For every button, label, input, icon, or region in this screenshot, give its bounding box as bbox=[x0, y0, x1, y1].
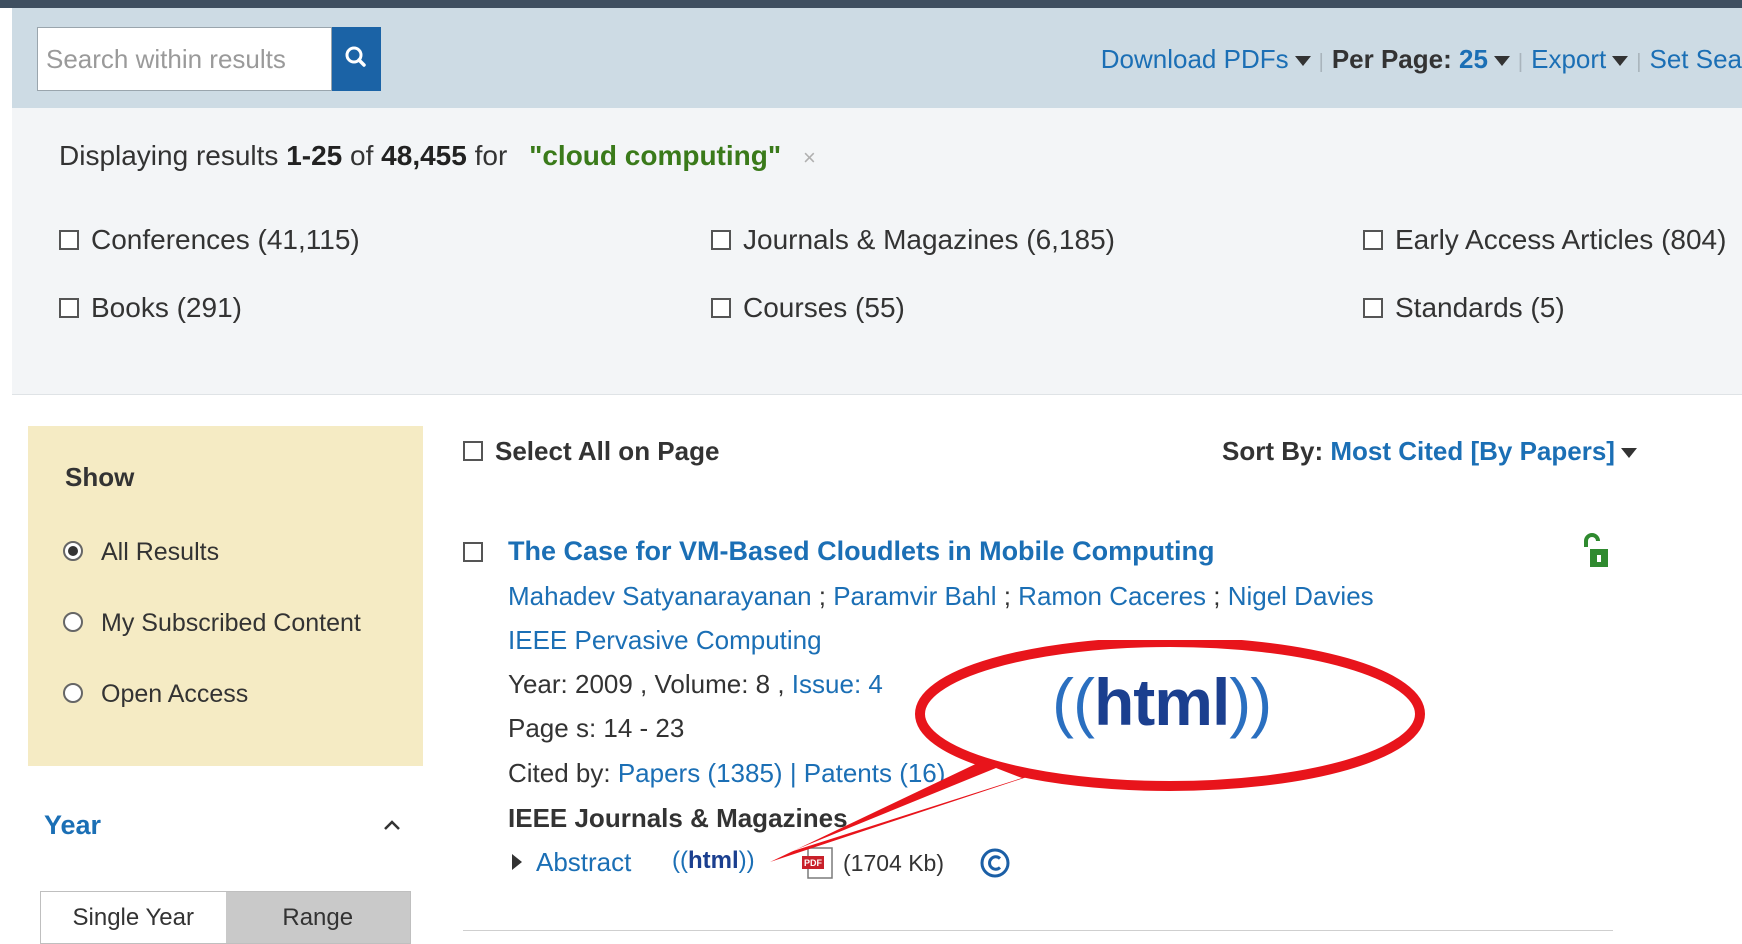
radio-button[interactable] bbox=[63, 541, 83, 562]
search-icon bbox=[345, 46, 366, 67]
checkbox[interactable] bbox=[59, 229, 79, 250]
author-list: Mahadev Satyanarayanan ; Paramvir Bahl ;… bbox=[508, 581, 1374, 612]
per-page-menu[interactable]: Per Page: 25 bbox=[1332, 44, 1510, 74]
toolbar-actions: Download PDFs | Per Page: 25 | Export | Set Se… bbox=[1101, 44, 1742, 75]
option-label: Open Access bbox=[101, 680, 249, 708]
filter-label: Journals & Magazines (6,185) bbox=[743, 224, 1115, 255]
chevron-down-icon bbox=[1620, 448, 1637, 459]
filter-courses[interactable]: Courses (55) bbox=[711, 292, 905, 324]
summary-total: 48,455 bbox=[381, 140, 467, 171]
download-pdfs-label: Download PDFs bbox=[1100, 44, 1289, 74]
separator: | bbox=[1318, 51, 1324, 73]
top-border bbox=[0, 0, 1742, 8]
chevron-up-icon[interactable] bbox=[382, 815, 402, 835]
filter-label: Early Access Articles (804) bbox=[1395, 224, 1727, 255]
remove-query-icon[interactable]: × bbox=[803, 145, 816, 170]
page-range: Page s: 14 - 23 bbox=[508, 713, 685, 743]
export-label: Export bbox=[1531, 44, 1607, 74]
checkbox[interactable] bbox=[711, 297, 731, 318]
option-label: All Results bbox=[101, 538, 220, 566]
checkbox[interactable] bbox=[1363, 229, 1383, 250]
callout-html-label: ((html)) bbox=[1052, 665, 1272, 739]
result-title-link[interactable]: The Case for VM-Based Cloudlets in Mobil… bbox=[508, 536, 1215, 567]
author-link[interactable]: Paramvir Bahl bbox=[833, 581, 996, 611]
cited-papers-link[interactable]: Papers (1385) bbox=[618, 758, 783, 788]
search-within-input[interactable] bbox=[38, 28, 333, 90]
html-fulltext-link[interactable]: ((html)) bbox=[672, 847, 755, 875]
html-label: html bbox=[687, 847, 739, 874]
expand-triangle-icon bbox=[512, 854, 522, 871]
summary-prefix: Displaying results bbox=[59, 140, 279, 171]
filter-label: Courses (55) bbox=[743, 292, 905, 323]
author-separator: ; bbox=[1206, 581, 1228, 611]
author-link[interactable]: Ramon Caceres bbox=[1018, 581, 1206, 611]
search-button[interactable] bbox=[332, 27, 381, 91]
summary-range: 1-25 bbox=[286, 140, 343, 171]
filter-label: Conferences (41,115) bbox=[91, 224, 360, 255]
checkbox[interactable] bbox=[711, 229, 731, 250]
set-search-alert-link[interactable]: Set Sea bbox=[1649, 44, 1742, 74]
radio-button[interactable] bbox=[63, 683, 83, 704]
show-title: Show bbox=[65, 462, 135, 492]
filter-standards[interactable]: Standards (5) bbox=[1363, 292, 1565, 324]
chevron-down-icon bbox=[1493, 56, 1510, 67]
cited-by-label: Cited by: bbox=[508, 758, 618, 788]
results-summary: Displaying results 1-25 of 48,455 for "c… bbox=[59, 140, 816, 172]
year-mode-toggle: Single Year Range bbox=[40, 891, 411, 944]
separator: | bbox=[1517, 51, 1524, 73]
search-query: "cloud computing" bbox=[529, 140, 782, 171]
filter-books[interactable]: Books (291) bbox=[59, 292, 242, 324]
show-option-subscribed[interactable]: My Subscribed Content bbox=[63, 609, 361, 638]
filter-label: Books (291) bbox=[91, 292, 242, 323]
select-all-label: Select All on Page bbox=[495, 436, 720, 466]
filter-label: Standards (5) bbox=[1395, 292, 1565, 323]
show-option-open-access[interactable]: Open Access bbox=[63, 680, 248, 709]
checkbox[interactable] bbox=[1363, 297, 1383, 318]
summary-for: for bbox=[474, 140, 508, 171]
filter-journals-magazines[interactable]: Journals & Magazines (6,185) bbox=[711, 224, 1115, 256]
select-all-on-page[interactable]: Select All on Page bbox=[463, 436, 719, 467]
year-volume-text: Year: 2009 , Volume: 8 , bbox=[508, 669, 792, 699]
author-separator: ; bbox=[996, 581, 1019, 611]
sort-by-label: Sort By: bbox=[1222, 436, 1324, 466]
filter-early-access[interactable]: Early Access Articles (804) bbox=[1363, 224, 1726, 256]
filter-conferences[interactable]: Conferences (41,115) bbox=[59, 224, 360, 256]
sort-by-menu[interactable]: Sort By: Most Cited [By Papers] bbox=[1222, 436, 1637, 467]
checkbox[interactable] bbox=[463, 441, 483, 462]
export-menu[interactable]: Export bbox=[1531, 44, 1629, 74]
author-link[interactable]: Mahadev Satyanarayanan bbox=[508, 581, 812, 611]
abstract-link: Abstract bbox=[536, 847, 632, 877]
summary-of: of bbox=[350, 140, 374, 171]
author-link[interactable]: Nigel Davies bbox=[1228, 581, 1374, 611]
option-label: My Subscribed Content bbox=[101, 609, 361, 637]
result-checkbox[interactable] bbox=[463, 542, 483, 562]
sort-by-value: Most Cited [By Papers] bbox=[1330, 436, 1615, 466]
download-pdfs-menu[interactable]: Download PDFs bbox=[1101, 44, 1311, 74]
tab-range[interactable]: Range bbox=[225, 892, 410, 943]
unlocked-icon bbox=[1584, 533, 1608, 567]
separator: | bbox=[1636, 51, 1642, 73]
chevron-down-icon bbox=[1294, 56, 1311, 67]
radio-button[interactable] bbox=[63, 612, 83, 633]
author-separator: ; bbox=[811, 581, 834, 611]
abstract-toggle[interactable]: Abstract bbox=[512, 847, 631, 878]
result-divider bbox=[463, 930, 1613, 931]
callout-text: html bbox=[1093, 665, 1230, 739]
search-within-results[interactable] bbox=[37, 27, 333, 91]
year-filter-title[interactable]: Year bbox=[44, 810, 101, 841]
per-page-label: Per Page: bbox=[1331, 44, 1452, 74]
show-option-all-results[interactable]: All Results bbox=[63, 538, 219, 567]
per-page-value: 25 bbox=[1459, 44, 1488, 74]
chevron-down-icon bbox=[1612, 56, 1629, 67]
checkbox[interactable] bbox=[59, 297, 79, 318]
tab-single-year[interactable]: Single Year bbox=[41, 892, 226, 943]
